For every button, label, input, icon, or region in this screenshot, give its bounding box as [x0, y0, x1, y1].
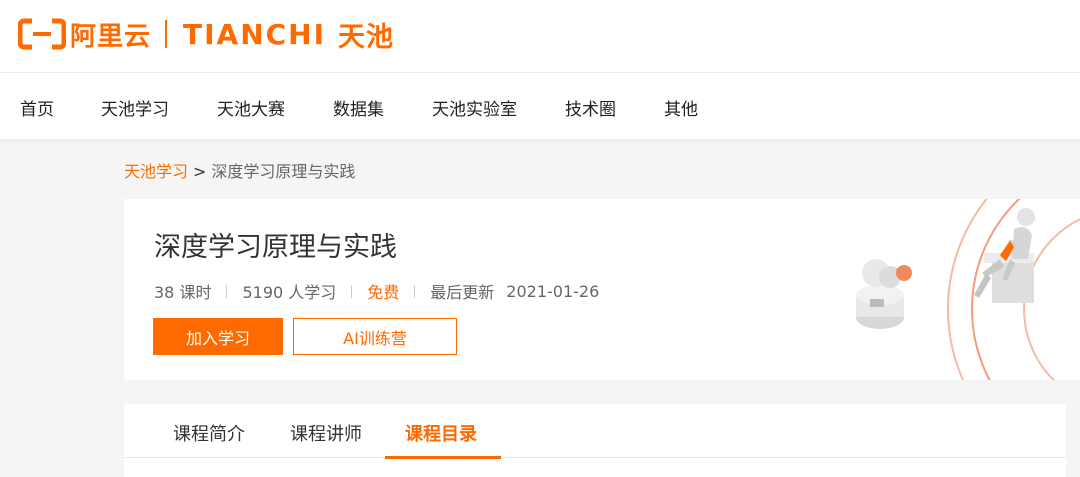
logo-tianchi-cn-text: 天池 [338, 21, 395, 53]
main-nav: 首页 天池学习 天池大赛 数据集 天池实验室 技术圈 其他 [0, 73, 1080, 139]
ai-camp-button[interactable]: AI训练营 [293, 318, 457, 355]
nav-item-tech-circle[interactable]: 技术圈 [565, 95, 616, 120]
logo-divider [165, 20, 168, 48]
breadcrumb-separator: > [193, 162, 207, 181]
join-course-button[interactable]: 加入学习 [153, 318, 283, 355]
meta-divider [226, 284, 228, 298]
updated-label: 最后更新 [430, 283, 495, 302]
tabs-divider [124, 457, 1066, 458]
nav-item-competitions[interactable]: 天池大赛 [217, 95, 285, 120]
breadcrumb-parent-link[interactable]: 天池学习 [124, 162, 188, 181]
site-logo[interactable]: 阿里云 TIANCHI 天池 [18, 14, 394, 54]
tab-course-intro[interactable]: 课程简介 [173, 420, 245, 446]
nav-item-learning[interactable]: 天池学习 [101, 95, 169, 120]
nav-item-lab[interactable]: 天池实验室 [432, 95, 517, 120]
logo-aliyun-text: 阿里云 [70, 21, 152, 52]
top-header: 阿里云 TIANCHI 天池 [0, 0, 1080, 73]
breadcrumb: 天池学习 > 深度学习原理与实践 [124, 158, 355, 182]
aliyun-logo-icon [18, 18, 66, 50]
course-title: 深度学习原理与实践 [154, 232, 397, 263]
course-header-card: 深度学习原理与实践 38 课时 5190 人学习 免费 最后更新 2021-01… [124, 199, 1080, 380]
hero-robot-illustration [856, 199, 1080, 380]
price-badge: 免费 [367, 283, 400, 302]
nav-item-datasets[interactable]: 数据集 [333, 95, 384, 120]
meta-divider [351, 284, 353, 298]
breadcrumb-current: 深度学习原理与实践 [211, 162, 356, 181]
tab-course-instructor[interactable]: 课程讲师 [290, 420, 362, 446]
tab-course-catalog[interactable]: 课程目录 [405, 420, 477, 446]
nav-item-home[interactable]: 首页 [20, 95, 54, 120]
learner-count: 5190 人学习 [242, 283, 337, 302]
course-meta: 38 课时 5190 人学习 免费 最后更新 2021-01-26 [154, 279, 599, 303]
active-tab-indicator [385, 456, 501, 459]
updated-date: 2021-01-26 [506, 281, 600, 301]
nav-item-others[interactable]: 其他 [664, 95, 698, 120]
logo-tianchi-text: TIANCHI [183, 17, 327, 51]
meta-divider [414, 284, 416, 298]
lesson-count: 38 课时 [154, 283, 212, 302]
course-tabs: 课程简介 课程讲师 课程目录 [124, 404, 1066, 477]
